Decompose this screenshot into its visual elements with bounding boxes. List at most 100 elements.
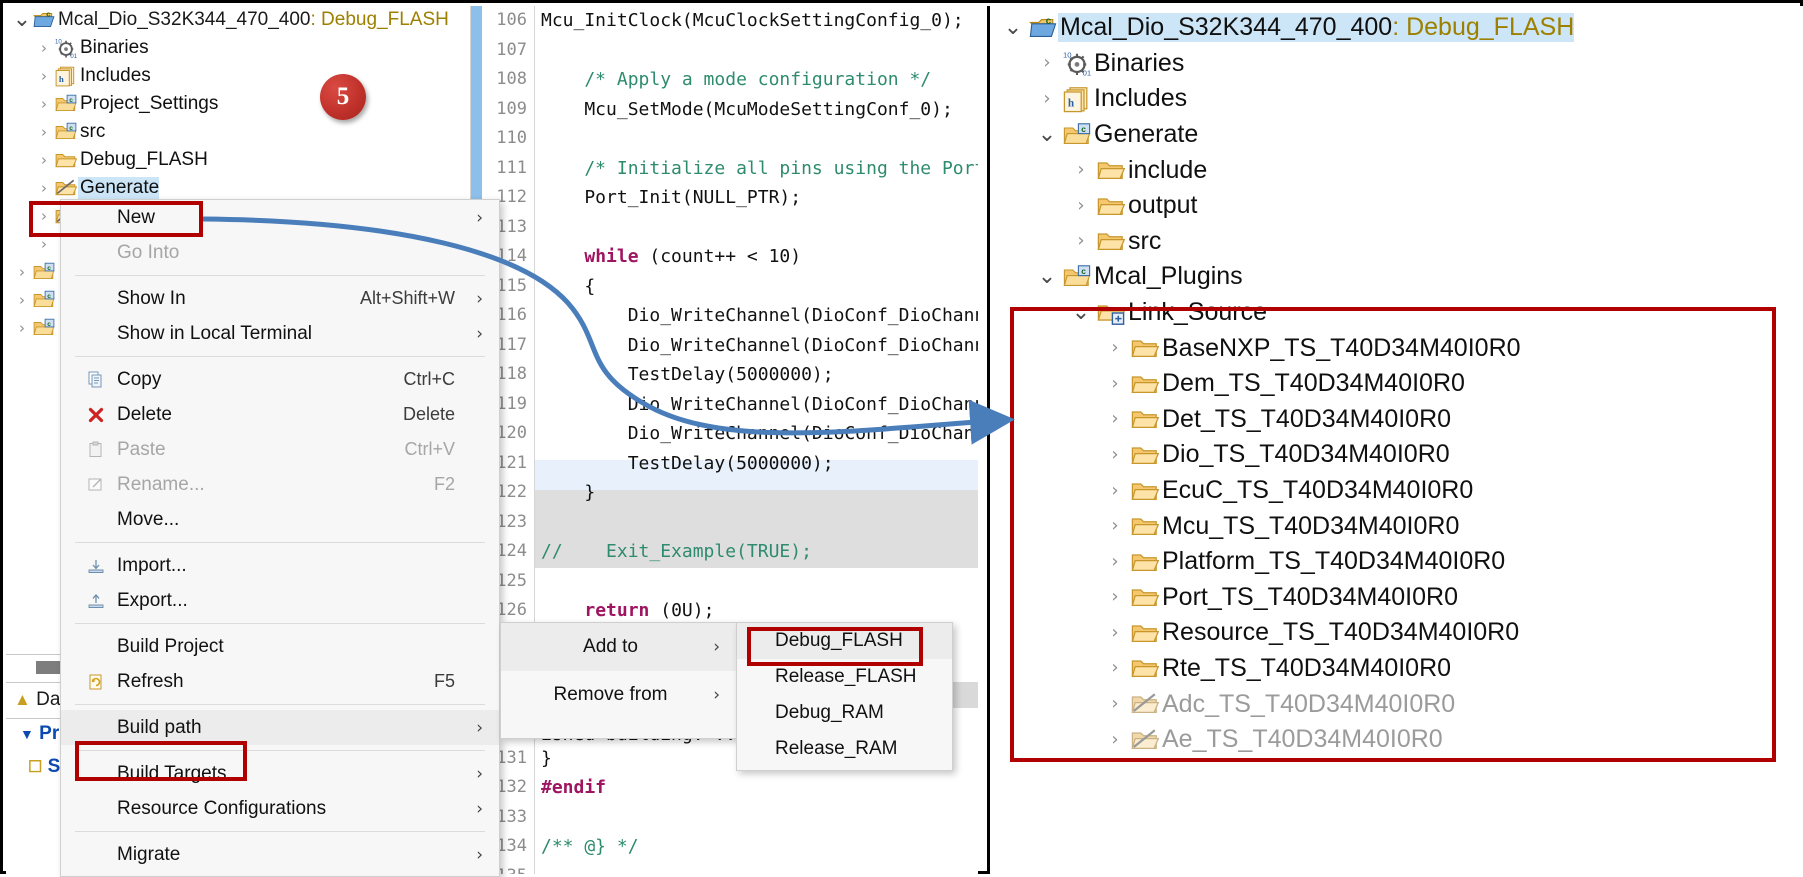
menu-item-go-into[interactable]: Go Into [61,235,499,270]
tree-row[interactable]: › Dio_TS_T40D34M40I0R0 [990,437,1803,473]
tree-row[interactable]: › 10 01 Binaries [6,34,463,62]
tree-row[interactable]: › Mcu_TS_T40D34M40I0R0 [990,508,1803,544]
menu-item-export[interactable]: Export... [61,583,499,618]
chevron-right-icon[interactable]: › [1100,481,1130,500]
tree-row[interactable]: › Resource_TS_T40D34M40I0R0 [990,615,1803,651]
code-line[interactable]: Port_Init(NULL_PTR); [541,183,978,213]
submenu-item-remove-from[interactable]: Remove from › [501,671,736,719]
chevron-right-icon[interactable]: › [1100,695,1130,713]
chevron-right-icon[interactable]: › [1100,623,1130,642]
tree-row[interactable]: › Ae_TS_T40D34M40I0R0 [990,722,1803,758]
chevron-right-icon[interactable]: › [1100,445,1130,464]
chevron-right-icon[interactable]: › [1100,517,1130,535]
chevron-right-icon[interactable]: › [1032,54,1062,72]
chevron-down-icon[interactable]: ⌄ [1066,301,1096,323]
code-line[interactable] [541,567,978,597]
code-line[interactable] [541,803,978,833]
chevron-right-icon[interactable]: › [1032,89,1062,108]
menu-item-build-targets[interactable]: Build Targets › [61,756,499,791]
code-line[interactable]: /* Initialize all pins using the Port dr [541,154,978,184]
menu-item-import[interactable]: Import... [61,548,499,583]
code-line[interactable]: TestDelay(5000000); [541,449,978,479]
project-explorer-right[interactable]: ⌄ c Mcal_Dio_S32K344_470_400: Debug_FLAS… [987,6,1803,874]
chevron-right-icon[interactable]: › [1100,552,1130,571]
submenu-build-path[interactable]: Add to › Remove from › [500,622,737,739]
menu-item-build-project[interactable]: Build Project [61,629,499,664]
code-line[interactable]: /** @} */ [541,832,978,862]
tree-row[interactable]: › h Includes [6,62,463,90]
menu-item-migrate[interactable]: Migrate › [61,837,499,872]
tree-row[interactable]: › BaseNXP_TS_T40D34M40I0R0 [990,330,1803,366]
code-line[interactable]: Mcu_SetMode(McuModeSettingConf_0); [541,95,978,125]
code-line[interactable]: Dio_WriteChannel(DioConf_DioChannel_ [541,390,978,420]
menu-item-show-in[interactable]: Show In Alt+Shift+W › [61,281,499,316]
menu-item-resource-configurations[interactable]: Resource Configurations › [61,791,499,826]
chevron-down-icon[interactable]: ⌄ [12,9,32,31]
tree-row[interactable]: › h Includes [990,81,1803,117]
tree-row[interactable]: › Port_TS_T40D34M40I0R0 [990,580,1803,616]
chevron-right-icon[interactable]: › [34,236,54,252]
chevron-right-icon[interactable]: › [34,68,54,84]
menu-item-copy[interactable]: Copy Ctrl+C [61,362,499,397]
menu-item-delete[interactable]: Delete Delete [61,397,499,432]
tree-row[interactable]: › output [990,188,1803,224]
tree-row[interactable]: › Debug_FLASH [6,146,463,174]
code-line[interactable]: TestDelay(5000000); [541,360,978,390]
chevron-right-icon[interactable]: › [12,320,32,336]
menu-item-refresh[interactable]: Refresh F5 [61,664,499,699]
code-line[interactable]: /* Apply a mode configuration */ [541,65,978,95]
code-line[interactable]: while (count++ < 10) [541,242,978,272]
code-line[interactable]: Dio_WriteChannel(DioConf_DioChannel_ [541,331,978,361]
chevron-right-icon[interactable]: › [1100,410,1130,428]
code-line[interactable] [541,213,978,243]
chevron-right-icon[interactable]: › [34,180,54,196]
code-line[interactable] [541,862,978,875]
chevron-right-icon[interactable]: › [1066,196,1096,215]
code-line[interactable]: // Exit_Example(TRUE); [541,537,978,567]
code-line[interactable]: #endif [541,773,978,803]
code-line[interactable]: Dio_WriteChannel(DioConf_DioChannel_ [541,301,978,331]
chevron-right-icon[interactable]: › [1066,232,1096,250]
menu-item-paste[interactable]: Paste Ctrl+V [61,432,499,467]
tree-row[interactable]: › Rte_TS_T40D34M40I0R0 [990,651,1803,687]
menu-item-show-in-local-terminal[interactable]: Show in Local Terminal › [61,316,499,351]
code-line[interactable] [541,124,978,154]
menu-item-move[interactable]: Move... [61,502,499,537]
tree-row[interactable]: › EcuC_TS_T40D34M40I0R0 [990,473,1803,509]
code-line[interactable]: { [541,272,978,302]
code-line[interactable]: Mcu_InitClock(McuClockSettingConfig_0); [541,6,978,36]
tree-row[interactable]: › include [990,152,1803,188]
right-project-tree[interactable]: ⌄ c Mcal_Dio_S32K344_470_400: Debug_FLAS… [990,6,1803,757]
chevron-right-icon[interactable]: › [34,124,54,140]
chevron-right-icon[interactable]: › [1100,730,1130,749]
menu-item-new[interactable]: New › [61,200,499,235]
chevron-right-icon[interactable]: › [1100,374,1130,393]
tree-row[interactable]: ⌄ Link_Source [990,295,1803,331]
context-menu[interactable]: New › Go Into Show In Alt+Shift+W › Show in Lo… [60,199,500,877]
tree-row[interactable]: › Det_TS_T40D34M40I0R0 [990,402,1803,438]
chevron-right-icon[interactable]: › [1100,339,1130,357]
tree-row[interactable]: › src [990,224,1803,260]
submenu-item-debug-ram[interactable]: Debug_RAM [737,695,952,731]
chevron-right-icon[interactable]: › [12,264,32,280]
submenu-add-to[interactable]: Debug_FLASH Release_FLASH Debug_RAM Release… [736,622,953,771]
tree-row[interactable]: › c src [6,118,463,146]
tree-row[interactable]: ⌄ c Mcal_Dio_S32K344_470_400: Debug_FLAS… [990,10,1803,46]
submenu-item-release-flash[interactable]: Release_FLASH [737,659,952,695]
chevron-right-icon[interactable]: › [1100,588,1130,606]
tree-row[interactable]: › Dem_TS_T40D34M40I0R0 [990,366,1803,402]
menu-item-rename[interactable]: Rename... F2 [61,467,499,502]
chevron-right-icon[interactable]: › [12,292,32,308]
chevron-right-icon[interactable]: › [34,96,54,112]
submenu-item-release-ram[interactable]: Release_RAM [737,731,952,767]
code-line[interactable] [541,36,978,66]
chevron-down-icon[interactable]: ⌄ [1032,123,1062,145]
tree-row[interactable]: › c Project_Settings [6,90,463,118]
code-line[interactable]: } [541,478,978,508]
chevron-down-icon[interactable]: ⌄ [1032,265,1062,287]
tree-row[interactable]: › Generate [6,174,463,202]
tree-row[interactable]: › 10 01 Binaries [990,46,1803,82]
chevron-right-icon[interactable]: › [34,208,54,224]
tree-row[interactable]: ⌄ c Mcal_Plugins [990,259,1803,295]
chevron-down-icon[interactable]: ⌄ [998,16,1028,38]
